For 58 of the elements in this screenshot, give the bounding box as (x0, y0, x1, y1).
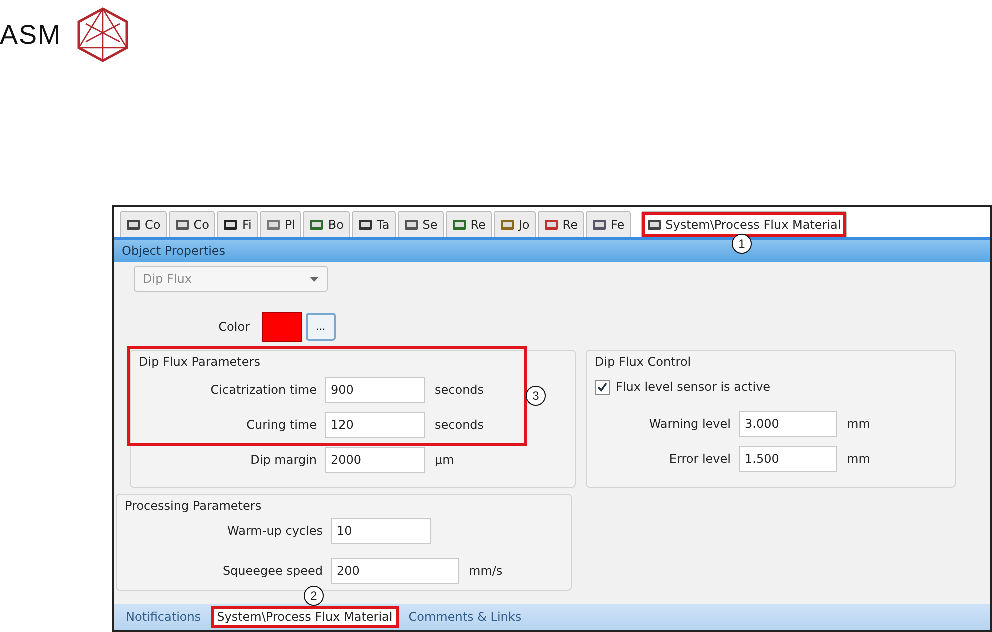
group-title: Dip Flux Control (595, 355, 692, 370)
dropdown-arrow-icon (310, 276, 319, 282)
input-field[interactable]: 3.000 (739, 410, 837, 436)
field-label: Cicatrization time (210, 382, 318, 396)
color-picker-button[interactable]: ... (306, 313, 336, 341)
tab[interactable]: Fi (217, 211, 258, 237)
tab[interactable]: Comments & Links (402, 606, 528, 628)
input-field[interactable]: 120 (325, 412, 425, 438)
input-field[interactable]: 200 (331, 558, 459, 584)
input-field[interactable]: 2000 (325, 446, 425, 472)
device-icon (544, 218, 559, 232)
unit-label: mm (847, 416, 870, 430)
field-label: Curing time (246, 418, 318, 432)
device-icon (592, 218, 607, 232)
device-icon (126, 218, 141, 232)
checkbox-label: Flux level sensor is active (616, 380, 771, 394)
unit-label: seconds (435, 382, 484, 396)
device-icon (404, 218, 419, 232)
device-icon (358, 218, 373, 232)
tab[interactable]: Re (538, 211, 584, 237)
hexagon-logo-icon (76, 7, 130, 63)
group-title: Processing Parameters (125, 499, 263, 514)
tab[interactable]: Pl (260, 211, 302, 237)
input-field[interactable]: 1.500 (739, 446, 837, 472)
field-label: Warm-up cycles (226, 524, 324, 538)
field-label: Warning level (648, 416, 732, 430)
tab[interactable]: Co (168, 211, 216, 237)
field-label: Dip margin (250, 452, 318, 466)
group-title: Dip Flux Parameters (139, 355, 262, 370)
logo-text: ASM (0, 20, 62, 50)
unit-label: mm/s (469, 564, 503, 578)
tab[interactable]: System\Process Flux Material (211, 606, 399, 628)
field-label: Squeegee speed (222, 564, 324, 578)
color-label: Color (218, 320, 251, 334)
unit-label: µm (435, 452, 454, 466)
device-icon (646, 218, 662, 232)
tab[interactable]: Re (446, 211, 492, 237)
field-label: Error level (668, 452, 732, 466)
device-icon (266, 218, 281, 232)
checkbox[interactable] (595, 380, 610, 394)
input-field[interactable]: 10 (331, 518, 431, 544)
device-icon (452, 218, 467, 232)
device-icon (309, 218, 324, 232)
tab[interactable]: Ta (352, 211, 396, 237)
input-field[interactable]: 900 (325, 376, 425, 402)
color-swatch[interactable] (262, 312, 302, 342)
unit-label: mm (847, 452, 870, 466)
tab[interactable]: Bo (303, 211, 350, 237)
tab[interactable]: Se (398, 211, 444, 237)
device-icon (223, 218, 238, 232)
tab[interactable]: Fe (586, 211, 631, 237)
tab[interactable]: Co (120, 211, 167, 237)
device-icon (174, 218, 190, 232)
tab[interactable]: Notifications (120, 606, 208, 628)
unit-label: seconds (435, 418, 484, 432)
tab[interactable]: System\Process Flux Material (640, 211, 848, 237)
tab[interactable]: Jo (494, 211, 536, 237)
device-icon (500, 218, 515, 232)
